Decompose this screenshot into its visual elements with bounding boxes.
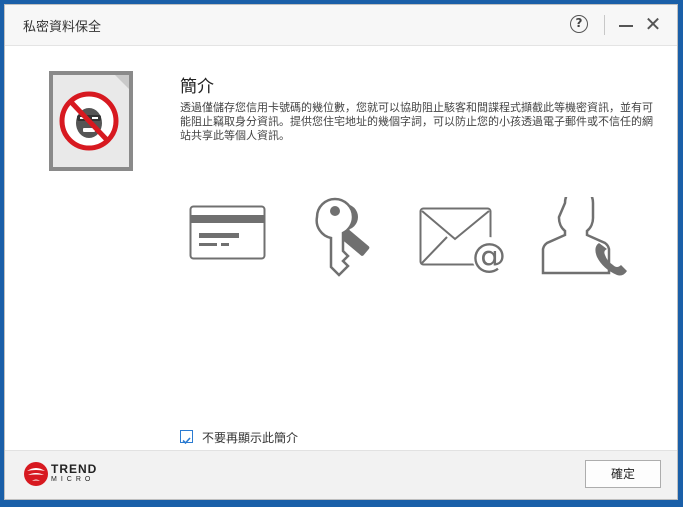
brand-name-line1: TREND [51,462,98,476]
dialog-footer: TREND MICRO 確定 [5,450,677,499]
trend-micro-logo: TREND MICRO [23,461,113,489]
brand-name-line2: MICRO [51,476,95,483]
ok-button[interactable]: 確定 [585,460,661,488]
dont-show-again-label[interactable]: 不要再顯示此簡介 [202,429,298,446]
title-bar: 私密資料保全 ? ✕ [5,5,677,46]
email-icon: @ [419,207,509,275]
key-icon [311,193,387,277]
svg-text:@: @ [472,236,506,275]
thief-prohibited-icon [49,71,135,171]
intro-heading: 簡介 [180,77,214,97]
credit-card-icon [189,205,267,261]
dont-show-again-checkbox[interactable] [180,430,193,445]
titlebar-divider [604,15,605,35]
contact-phone-icon [541,197,629,277]
close-button[interactable]: ✕ [644,13,662,35]
minimize-button[interactable] [619,25,633,27]
intro-description: 透過僅儲存您信用卡號碼的幾位數，您就可以協助阻止駭客和間諜程式擷截此等機密資訊，… [180,101,653,142]
help-button[interactable]: ? [570,15,588,33]
trend-micro-logo-icon [24,462,48,486]
window-title: 私密資料保全 [23,20,102,35]
privacy-protection-window: 私密資料保全 ? ✕ 簡介 透過僅儲存您信用卡號碼的幾位數，您就可以協助阻止駭客… [4,4,678,500]
